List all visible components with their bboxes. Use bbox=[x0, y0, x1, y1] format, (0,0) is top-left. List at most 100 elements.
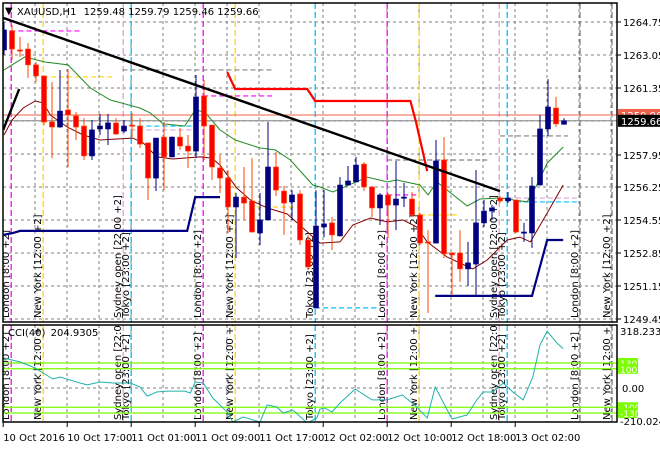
candle-bear bbox=[457, 252, 463, 270]
candle-bull bbox=[561, 120, 567, 125]
candle-bear bbox=[241, 196, 247, 204]
candle-bull bbox=[169, 136, 175, 158]
cci-max-label: 318.2339 bbox=[620, 327, 660, 338]
candle-bull bbox=[233, 196, 239, 208]
candle-bear bbox=[281, 190, 287, 204]
candles bbox=[3, 22, 567, 313]
session-label: London [8:00 +2] bbox=[193, 230, 204, 318]
cci-level-label: -130 bbox=[620, 410, 641, 420]
candle-bear bbox=[513, 199, 519, 233]
candle-bull bbox=[521, 231, 527, 234]
time-tick-label: 12 Oct 18:00 bbox=[451, 433, 516, 444]
cci-name: CCI(40) bbox=[8, 328, 46, 339]
price-tick-label: 1264.75 bbox=[623, 18, 660, 29]
candle-bear bbox=[137, 125, 143, 145]
candle-bull bbox=[473, 222, 479, 265]
price-tick-label: 1263.05 bbox=[623, 51, 660, 62]
candle-bull bbox=[345, 180, 351, 186]
price-tick-label: 1261.35 bbox=[623, 84, 660, 95]
cci-line bbox=[3, 330, 564, 422]
candle-bear bbox=[9, 30, 15, 50]
candle-bull bbox=[313, 225, 319, 309]
candle-bull bbox=[337, 184, 343, 237]
candle-bear bbox=[129, 124, 135, 127]
candle-bear bbox=[33, 64, 39, 77]
candle-bull bbox=[377, 194, 383, 209]
candle-bear bbox=[81, 125, 87, 157]
candle-bear bbox=[441, 159, 447, 255]
candle-bear bbox=[49, 121, 55, 128]
current-price-label: 1259.66 bbox=[621, 117, 660, 128]
candle-bear bbox=[65, 109, 71, 116]
time-tick-label: 11 Oct 17:00 bbox=[259, 433, 324, 444]
menu-triangle-icon[interactable]: ▼ bbox=[5, 6, 13, 17]
cci-value: 204.9305 bbox=[51, 328, 99, 339]
candle-bear bbox=[249, 200, 255, 233]
candle-bear bbox=[425, 241, 431, 244]
price-tick-label: 1256.25 bbox=[623, 183, 660, 194]
price-chart[interactable]: London [8:00 +2] New York [12:00 +2] Sydne… bbox=[0, 0, 660, 450]
candle-bear bbox=[297, 193, 303, 241]
candle-bear bbox=[449, 252, 455, 256]
candle-bear bbox=[417, 214, 423, 244]
session-label: London [8:00 +2] bbox=[377, 230, 388, 318]
candle-bull bbox=[193, 96, 199, 152]
time-tick-label: 10 Oct 2016 bbox=[3, 433, 65, 444]
candle-bear bbox=[113, 122, 119, 135]
time-tick-label: 10 Oct 17:00 bbox=[67, 433, 132, 444]
candle-bear bbox=[145, 142, 151, 179]
candle-bull bbox=[393, 198, 399, 206]
session-label: New York [12:00 +2] bbox=[225, 214, 236, 318]
candle-bear bbox=[305, 239, 311, 268]
candle-bear bbox=[553, 107, 559, 125]
candle-bear bbox=[185, 145, 191, 152]
candle-bull bbox=[401, 196, 407, 199]
time-tick-label: 12 Oct 10:00 bbox=[387, 433, 452, 444]
candle-bear bbox=[225, 177, 231, 208]
candle-bear bbox=[369, 186, 375, 209]
candle-bull bbox=[57, 110, 63, 128]
candle-bull bbox=[489, 207, 495, 212]
candle-bull bbox=[481, 210, 487, 224]
candle-bear bbox=[25, 48, 31, 66]
time-tick-label: 12 Oct 02:00 bbox=[323, 433, 388, 444]
session-label: Tokyo [23:00 +2] bbox=[121, 334, 132, 421]
candle-bull bbox=[89, 129, 95, 157]
candle-bear bbox=[73, 115, 79, 128]
indicator-lines bbox=[3, 56, 564, 297]
candle-bear bbox=[209, 124, 215, 168]
candle-bull bbox=[105, 122, 111, 130]
candle-bull bbox=[465, 262, 471, 270]
session-label: Tokyo [23:00 +2] bbox=[497, 334, 508, 421]
candle-bull bbox=[433, 160, 439, 244]
cci-level-label: 100 bbox=[620, 366, 637, 376]
candle-bear bbox=[217, 167, 223, 179]
chart-header: XAUUSD,H1 1259.48 1259.79 1259.46 1259.6… bbox=[17, 7, 259, 18]
price-tick-label: 1249.45 bbox=[623, 315, 660, 326]
candle-bull bbox=[529, 185, 535, 234]
candle-bear bbox=[17, 49, 23, 52]
candle-bear bbox=[409, 198, 415, 216]
session-label: New York [12:00 +2] bbox=[602, 214, 613, 318]
cci-zero-label: 0.00 bbox=[622, 384, 644, 395]
session-label: London [8:00 +2] bbox=[570, 230, 581, 318]
candle-bull bbox=[505, 197, 511, 202]
candle-bear bbox=[201, 95, 207, 127]
candle-bear bbox=[161, 136, 167, 158]
session-label: Tokyo [23:00 +2] bbox=[305, 334, 316, 421]
cci-header: CCI(40) 204.9305 bbox=[8, 328, 98, 339]
price-tick-label: 1254.55 bbox=[623, 216, 660, 227]
session-label: Tokyo [23:00 +2] bbox=[121, 232, 132, 319]
candle-bull bbox=[353, 164, 359, 183]
price-tick-label: 1252.85 bbox=[623, 249, 660, 260]
candle-bull bbox=[537, 128, 543, 186]
session-lines: London [8:00 +2] New York [12:00 +2] Sydne… bbox=[3, 3, 613, 322]
candle-bull bbox=[545, 106, 551, 130]
ohlc-values: 1259.48 1259.79 1259.46 1259.66 bbox=[84, 7, 259, 18]
candle-bear bbox=[497, 197, 503, 202]
candle-bull bbox=[257, 219, 263, 234]
candle-bull bbox=[97, 125, 103, 130]
time-tick-label: 11 Oct 09:00 bbox=[195, 433, 260, 444]
candle-bear bbox=[361, 163, 367, 188]
candle-bull bbox=[289, 194, 295, 203]
